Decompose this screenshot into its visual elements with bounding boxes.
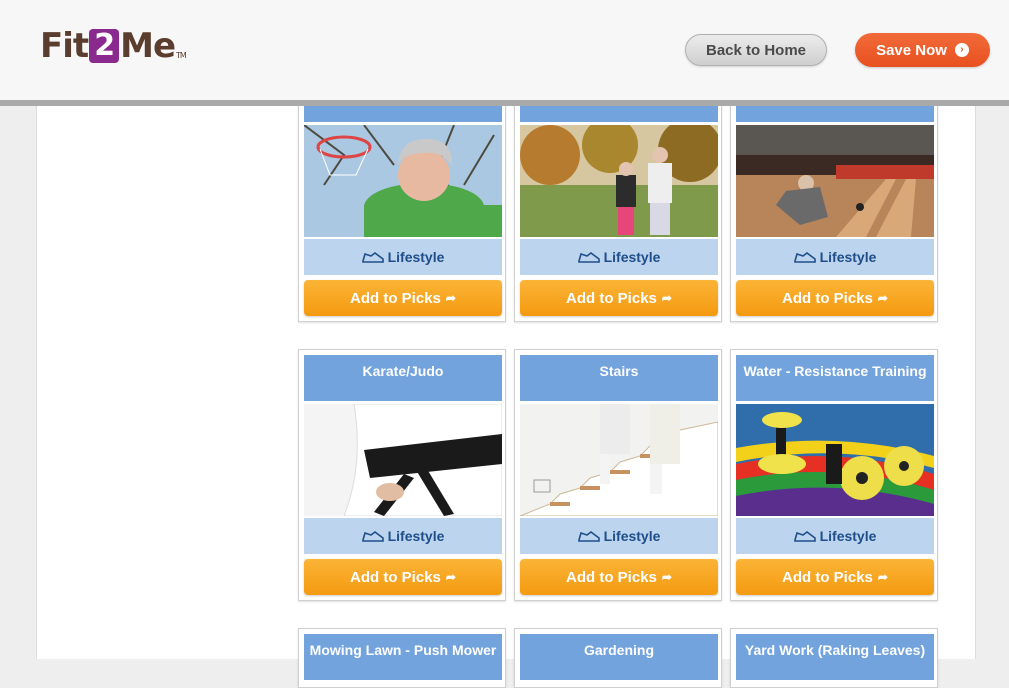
add-to-picks-button[interactable]: Add to Picks ➦ xyxy=(736,559,934,595)
add-to-picks-label: Add to Picks xyxy=(566,289,657,307)
shoe-icon xyxy=(577,531,600,542)
card-title: Yard Work (Raking Leaves) xyxy=(736,634,934,680)
add-to-picks-button[interactable]: Add to Picks ➦ xyxy=(736,280,934,316)
add-to-picks-label: Add to Picks xyxy=(566,568,657,586)
shoe-icon xyxy=(577,252,600,263)
sign-in-arrow-icon: ➦ xyxy=(661,291,672,305)
add-to-picks-button[interactable]: Add to Picks ➦ xyxy=(520,280,718,316)
activity-photo xyxy=(520,404,718,516)
activity-card: Karate/Judo Lifestyle Add to Picks ➦ xyxy=(298,349,506,601)
card-title: Water - Resistance Training xyxy=(736,355,934,401)
sign-in-arrow-icon: ➦ xyxy=(445,291,456,305)
add-to-picks-label: Add to Picks xyxy=(350,289,441,307)
lifestyle-label: Lifestyle xyxy=(819,249,877,265)
activity-card: Mowing Lawn - Push Mower xyxy=(298,628,506,688)
lifestyle-badge: Lifestyle xyxy=(304,239,502,275)
sign-in-arrow-icon: ➦ xyxy=(661,570,672,584)
card-title: Karate/Judo xyxy=(304,355,502,401)
activity-card: Lifestyle Add to Picks ➦ xyxy=(298,70,506,322)
site-header: Fit 2 Me TM Back to Home Save Now › xyxy=(0,0,1009,106)
lifestyle-badge: Lifestyle xyxy=(304,518,502,554)
lifestyle-badge: Lifestyle xyxy=(520,239,718,275)
add-to-picks-button[interactable]: Add to Picks ➦ xyxy=(304,280,502,316)
add-to-picks-label: Add to Picks xyxy=(782,568,873,586)
save-now-label: Save Now xyxy=(876,41,947,59)
add-to-picks-button[interactable]: Add to Picks ➦ xyxy=(304,559,502,595)
activity-card: Lifestyle Add to Picks ➦ xyxy=(514,70,722,322)
trademark-mark: TM xyxy=(176,51,187,60)
card-title: Stairs xyxy=(520,355,718,401)
back-to-home-button[interactable]: Back to Home xyxy=(685,34,827,66)
add-to-picks-label: Add to Picks xyxy=(350,568,441,586)
shoe-icon xyxy=(793,252,816,263)
activity-card: Yard Work (Raking Leaves) xyxy=(730,628,938,688)
logo-text-fit: Fit xyxy=(40,26,89,66)
fit2me-logo[interactable]: Fit 2 Me TM xyxy=(40,26,187,66)
lifestyle-label: Lifestyle xyxy=(603,528,661,544)
sign-in-arrow-icon: ➦ xyxy=(445,570,456,584)
activity-photo xyxy=(736,404,934,516)
sign-in-arrow-icon: ➦ xyxy=(877,570,888,584)
lifestyle-badge: Lifestyle xyxy=(520,518,718,554)
activity-card: Water - Resistance Training Lifestyle Ad… xyxy=(730,349,938,601)
save-now-button[interactable]: Save Now › xyxy=(855,33,990,67)
activity-photo xyxy=(736,125,934,237)
activity-card: Gardening xyxy=(514,628,722,688)
lifestyle-badge: Lifestyle xyxy=(736,239,934,275)
lifestyle-label: Lifestyle xyxy=(819,528,877,544)
activity-photo xyxy=(304,404,502,516)
activity-card: Stairs Lifestyle Add to Picks ➦ xyxy=(514,349,722,601)
chevron-right-circle-icon: › xyxy=(954,43,969,57)
lifestyle-label: Lifestyle xyxy=(603,249,661,265)
add-to-picks-label: Add to Picks xyxy=(782,289,873,307)
lifestyle-label: Lifestyle xyxy=(387,249,445,265)
logo-two-badge: 2 xyxy=(89,29,120,63)
activity-card: Lifestyle Add to Picks ➦ xyxy=(730,70,938,322)
logo-text-me: Me xyxy=(120,26,176,66)
card-title: Mowing Lawn - Push Mower xyxy=(304,634,502,680)
lifestyle-label: Lifestyle xyxy=(387,528,445,544)
shoe-icon xyxy=(361,531,384,542)
add-to-picks-button[interactable]: Add to Picks ➦ xyxy=(520,559,718,595)
activity-photo xyxy=(520,125,718,237)
card-title: Gardening xyxy=(520,634,718,680)
lifestyle-badge: Lifestyle xyxy=(736,518,934,554)
activity-photo xyxy=(304,125,502,237)
shoe-icon xyxy=(793,531,816,542)
sign-in-arrow-icon: ➦ xyxy=(877,291,888,305)
shoe-icon xyxy=(361,252,384,263)
